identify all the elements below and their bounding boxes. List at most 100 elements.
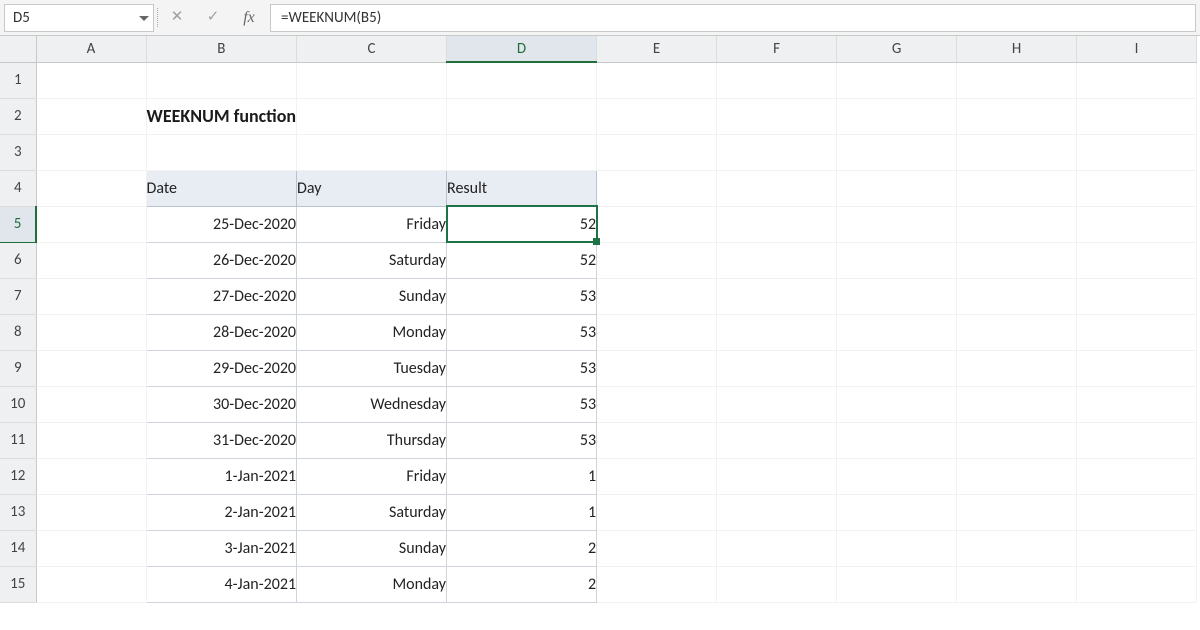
cell-F2[interactable]: [717, 98, 837, 134]
cell-C4[interactable]: Day: [297, 170, 447, 206]
cell-C11[interactable]: Thursday: [297, 422, 447, 458]
cell-G13[interactable]: [837, 494, 957, 530]
row-header-10[interactable]: 10: [0, 386, 36, 422]
col-header-H[interactable]: H: [957, 36, 1077, 62]
cell-G14[interactable]: [837, 530, 957, 566]
cell-I6[interactable]: [1077, 242, 1197, 278]
col-header-E[interactable]: E: [597, 36, 717, 62]
cell-H8[interactable]: [957, 314, 1077, 350]
cell-B10[interactable]: 30-Dec-2020: [146, 386, 297, 422]
cell-E7[interactable]: [597, 278, 717, 314]
cell-G1[interactable]: [837, 62, 957, 98]
cell-D3[interactable]: [447, 134, 597, 170]
cell-G3[interactable]: [837, 134, 957, 170]
cell-C2[interactable]: [297, 98, 447, 134]
cell-E13[interactable]: [597, 494, 717, 530]
cell-C8[interactable]: Monday: [297, 314, 447, 350]
cell-I7[interactable]: [1077, 278, 1197, 314]
cell-E4[interactable]: [597, 170, 717, 206]
cell-B13[interactable]: 2-Jan-2021: [146, 494, 297, 530]
col-header-A[interactable]: A: [36, 36, 146, 62]
cell-C1[interactable]: [297, 62, 447, 98]
cell-A5[interactable]: [36, 206, 146, 242]
cell-C12[interactable]: Friday: [297, 458, 447, 494]
row-header-9[interactable]: 9: [0, 350, 36, 386]
cell-B11[interactable]: 31-Dec-2020: [146, 422, 297, 458]
cell-A12[interactable]: [36, 458, 146, 494]
cell-D9[interactable]: 53: [447, 350, 597, 386]
col-header-F[interactable]: F: [717, 36, 837, 62]
cell-H15[interactable]: [957, 566, 1077, 602]
cell-A2[interactable]: [36, 98, 146, 134]
cell-F10[interactable]: [717, 386, 837, 422]
cell-E15[interactable]: [597, 566, 717, 602]
cell-B1[interactable]: [146, 62, 297, 98]
cell-H5[interactable]: [957, 206, 1077, 242]
row-header-8[interactable]: 8: [0, 314, 36, 350]
cell-I11[interactable]: [1077, 422, 1197, 458]
cell-A9[interactable]: [36, 350, 146, 386]
cell-B2[interactable]: WEEKNUM function: [146, 98, 297, 134]
cancel-icon[interactable]: ✕: [168, 10, 186, 25]
cell-D10[interactable]: 53: [447, 386, 597, 422]
cell-A11[interactable]: [36, 422, 146, 458]
cell-F8[interactable]: [717, 314, 837, 350]
cell-A1[interactable]: [36, 62, 146, 98]
cell-D12[interactable]: 1: [447, 458, 597, 494]
cell-A10[interactable]: [36, 386, 146, 422]
cell-I10[interactable]: [1077, 386, 1197, 422]
cell-E6[interactable]: [597, 242, 717, 278]
cell-H14[interactable]: [957, 530, 1077, 566]
cell-C13[interactable]: Saturday: [297, 494, 447, 530]
cell-B6[interactable]: 26-Dec-2020: [146, 242, 297, 278]
cell-I8[interactable]: [1077, 314, 1197, 350]
cell-H3[interactable]: [957, 134, 1077, 170]
cell-D15[interactable]: 2: [447, 566, 597, 602]
cell-B14[interactable]: 3-Jan-2021: [146, 530, 297, 566]
cell-E8[interactable]: [597, 314, 717, 350]
cell-G12[interactable]: [837, 458, 957, 494]
cell-B7[interactable]: 27-Dec-2020: [146, 278, 297, 314]
cell-I9[interactable]: [1077, 350, 1197, 386]
row-header-1[interactable]: 1: [0, 62, 36, 98]
cell-D1[interactable]: [447, 62, 597, 98]
cell-I1[interactable]: [1077, 62, 1197, 98]
cell-D6[interactable]: 52: [447, 242, 597, 278]
cell-F11[interactable]: [717, 422, 837, 458]
cell-F1[interactable]: [717, 62, 837, 98]
cell-F3[interactable]: [717, 134, 837, 170]
cell-C3[interactable]: [297, 134, 447, 170]
cell-H6[interactable]: [957, 242, 1077, 278]
cell-B3[interactable]: [146, 134, 297, 170]
cell-E10[interactable]: [597, 386, 717, 422]
cell-C6[interactable]: Saturday: [297, 242, 447, 278]
cell-G9[interactable]: [837, 350, 957, 386]
cell-I3[interactable]: [1077, 134, 1197, 170]
cell-D13[interactable]: 1: [447, 494, 597, 530]
cell-C9[interactable]: Tuesday: [297, 350, 447, 386]
cell-E11[interactable]: [597, 422, 717, 458]
cell-I2[interactable]: [1077, 98, 1197, 134]
cell-A8[interactable]: [36, 314, 146, 350]
cell-H13[interactable]: [957, 494, 1077, 530]
cell-I13[interactable]: [1077, 494, 1197, 530]
cell-H10[interactable]: [957, 386, 1077, 422]
formula-input[interactable]: =WEEKNUM(B5): [270, 4, 1196, 32]
cell-D7[interactable]: 53: [447, 278, 597, 314]
col-header-D[interactable]: D: [447, 36, 597, 62]
cell-I15[interactable]: [1077, 566, 1197, 602]
col-header-G[interactable]: G: [837, 36, 957, 62]
col-header-C[interactable]: C: [297, 36, 447, 62]
cell-F9[interactable]: [717, 350, 837, 386]
cell-A15[interactable]: [36, 566, 146, 602]
spreadsheet-grid[interactable]: ABCDEFGHI12WEEKNUM function34DateDayResu…: [0, 36, 1197, 603]
row-header-5[interactable]: 5: [0, 206, 36, 242]
cell-A14[interactable]: [36, 530, 146, 566]
cell-F12[interactable]: [717, 458, 837, 494]
name-box[interactable]: D5: [4, 4, 154, 32]
cell-D4[interactable]: Result: [447, 170, 597, 206]
cell-C15[interactable]: Monday: [297, 566, 447, 602]
cell-F15[interactable]: [717, 566, 837, 602]
cell-I4[interactable]: [1077, 170, 1197, 206]
cell-A7[interactable]: [36, 278, 146, 314]
